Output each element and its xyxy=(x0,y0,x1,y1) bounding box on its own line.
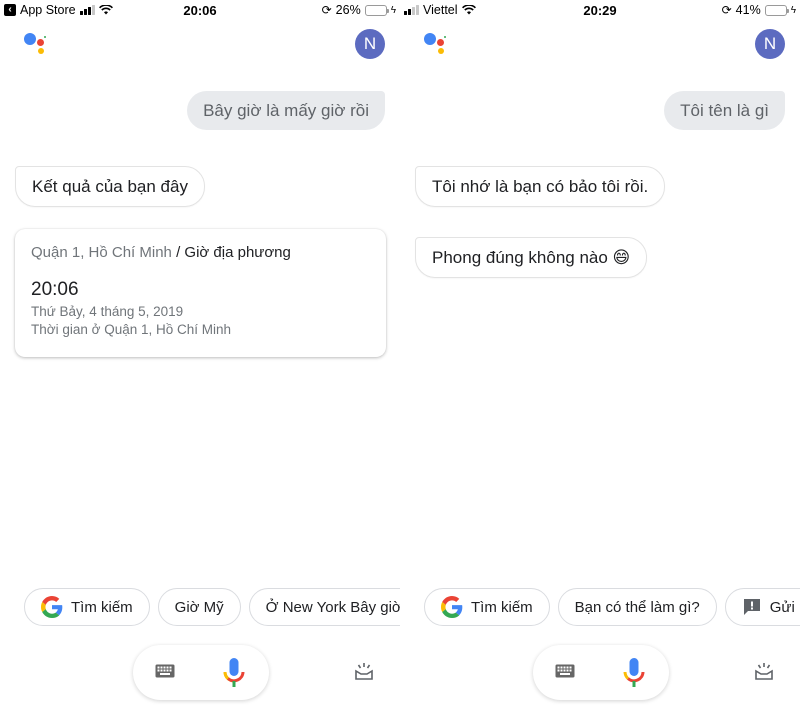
input-bar xyxy=(133,645,269,700)
microphone-icon[interactable] xyxy=(223,658,245,690)
avatar[interactable]: N xyxy=(755,29,785,59)
status-bar: Viettel 20:29 ⟳ 41% ϟ xyxy=(400,0,800,20)
battery-percent: 41% xyxy=(735,3,761,17)
chip-label: Tìm kiếm xyxy=(71,598,133,616)
chip-label: Giờ Mỹ xyxy=(174,598,224,616)
chip-search[interactable]: Tìm kiếm xyxy=(24,588,150,626)
chip-label: Tìm kiếm xyxy=(471,598,533,616)
status-bar: ‹ App Store 20:06 ⟳ 26% ϟ xyxy=(0,0,400,20)
card-separator: / xyxy=(171,244,185,261)
chip-search[interactable]: Tìm kiếm xyxy=(424,588,550,626)
chip-what-can-you-do[interactable]: Bạn có thể làm gì? xyxy=(557,588,717,626)
chip-new-york-time[interactable]: Ở New York Bây giờ là xyxy=(248,588,400,626)
google-assistant-logo-icon xyxy=(424,33,448,55)
google-g-icon xyxy=(41,596,63,618)
card-caption: Thời gian ở Quận 1, Hồ Chí Minh xyxy=(31,322,232,337)
charging-icon: ϟ xyxy=(790,4,796,16)
suggestion-chips: Tìm kiếm Giờ Mỹ Ở New York Bây giờ là xyxy=(24,588,400,626)
card-location: Quận 1, Hồ Chí Minh xyxy=(31,244,172,261)
battery-icon xyxy=(764,4,789,16)
google-g-icon xyxy=(441,596,463,618)
explore-tray-icon[interactable] xyxy=(754,662,774,682)
avatar[interactable]: N xyxy=(355,29,385,59)
chip-label: Bạn có thể làm gì? xyxy=(574,598,700,616)
assistant-reply-bubble: Kết quả của bạn đây xyxy=(15,166,205,207)
battery-percent: 26% xyxy=(335,3,361,17)
card-title: Quận 1, Hồ Chí Minh / Giờ địa phương xyxy=(31,244,370,261)
rotation-lock-icon: ⟳ xyxy=(321,3,332,17)
chip-send-feedback[interactable]: Gửi phản hồi xyxy=(724,588,800,626)
assistant-reply-bubble: Phong đúng không nào 😄 xyxy=(415,237,648,278)
keyboard-icon[interactable] xyxy=(555,664,575,678)
assistant-screen-right: Viettel 20:29 ⟳ 41% ϟ N Tôi tên là gì Tô… xyxy=(400,0,800,711)
user-query-bubble: Bây giờ là mấy giờ rồi xyxy=(187,91,385,130)
card-time: 20:06 xyxy=(31,279,79,300)
feedback-icon xyxy=(743,599,760,615)
suggestion-chips: Tìm kiếm Bạn có thể làm gì? Gửi phản hồi xyxy=(424,588,800,626)
card-heading: Giờ địa phương xyxy=(184,244,291,261)
input-bar xyxy=(533,645,669,700)
chip-label: Gửi phản hồi xyxy=(769,598,800,616)
local-time-card[interactable]: Quận 1, Hồ Chí Minh / Giờ địa phương 20:… xyxy=(15,229,386,357)
microphone-icon[interactable] xyxy=(623,658,645,690)
charging-icon: ϟ xyxy=(390,4,396,16)
battery-icon xyxy=(364,4,389,16)
explore-tray-icon[interactable] xyxy=(354,662,374,682)
chip-label: Ở New York Bây giờ là xyxy=(265,598,400,616)
google-assistant-logo-icon xyxy=(24,33,48,55)
card-date: Thứ Bảy, 4 tháng 5, 2019 xyxy=(31,304,184,319)
rotation-lock-icon: ⟳ xyxy=(721,3,732,17)
keyboard-icon[interactable] xyxy=(155,664,175,678)
assistant-screen-left: ‹ App Store 20:06 ⟳ 26% ϟ N Bây giờ là m… xyxy=(0,0,400,711)
chip-us-time[interactable]: Giờ Mỹ xyxy=(157,588,241,626)
user-query-bubble: Tôi tên là gì xyxy=(664,91,785,130)
assistant-reply-bubble: Tôi nhớ là bạn có bảo tôi rồi. xyxy=(415,166,666,207)
